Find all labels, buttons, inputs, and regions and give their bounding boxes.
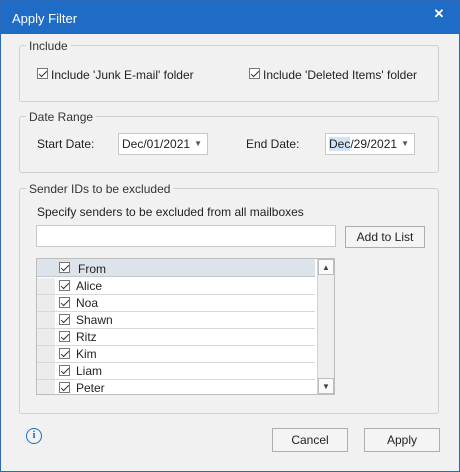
row-checkbox[interactable] <box>59 280 70 291</box>
row-checkbox[interactable] <box>59 297 70 308</box>
sender-list: From Alice Noa Shawn Ritz Kim Liam Peter ▲ ▼ <box>36 258 335 395</box>
junk-folder-checkbox[interactable] <box>37 68 48 79</box>
row-selector[interactable] <box>37 295 55 311</box>
sender-hint-text: Specify senders to be excluded from all … <box>37 205 304 219</box>
deleted-items-checkbox[interactable] <box>249 68 260 79</box>
sender-name: Shawn <box>76 313 113 327</box>
list-item[interactable]: Alice <box>37 278 315 295</box>
scroll-down-icon[interactable]: ▼ <box>318 378 334 394</box>
title-bar: Apply Filter ✕ <box>1 1 459 34</box>
include-group-label: Include <box>26 39 71 53</box>
row-checkbox[interactable] <box>59 348 70 359</box>
close-icon[interactable]: ✕ <box>427 5 451 25</box>
scroll-up-icon[interactable]: ▲ <box>318 259 334 275</box>
row-selector[interactable] <box>37 346 55 362</box>
end-date-rest: /29/2021 <box>350 137 398 151</box>
list-item[interactable]: Peter <box>37 380 315 395</box>
sender-name: Liam <box>76 364 103 378</box>
row-checkbox[interactable] <box>59 365 70 376</box>
apply-filter-dialog: Apply Filter ✕ Include Include 'Junk E-m… <box>0 0 460 472</box>
apply-button[interactable]: Apply <box>364 428 440 452</box>
select-all-checkbox[interactable] <box>59 262 70 273</box>
row-selector[interactable] <box>37 312 55 328</box>
info-icon[interactable]: i <box>26 428 42 444</box>
row-checkbox[interactable] <box>59 382 70 393</box>
end-date-picker[interactable]: Dec/29/2021 ▼ <box>325 133 415 155</box>
date-range-group-label: Date Range <box>26 110 97 124</box>
deleted-items-label: Include 'Deleted Items' folder <box>263 68 417 82</box>
row-selector[interactable] <box>37 329 55 345</box>
list-item[interactable]: Kim <box>37 346 315 363</box>
list-header-from: From <box>78 262 106 276</box>
start-date-label: Start Date: <box>37 137 95 151</box>
end-date-label: End Date: <box>246 137 300 151</box>
sender-ids-group-label: Sender IDs to be excluded <box>26 182 174 196</box>
chevron-down-icon: ▼ <box>401 139 409 148</box>
sender-name: Alice <box>76 279 103 293</box>
list-scrollbar[interactable]: ▲ ▼ <box>317 259 334 394</box>
row-checkbox[interactable] <box>59 314 70 325</box>
junk-folder-label: Include 'Junk E-mail' folder <box>51 68 194 82</box>
list-header: From <box>37 259 315 277</box>
sender-name: Ritz <box>76 330 97 344</box>
list-item[interactable]: Noa <box>37 295 315 312</box>
row-selector[interactable] <box>37 278 55 294</box>
list-item[interactable]: Shawn <box>37 312 315 329</box>
start-date-picker[interactable]: Dec/01/2021 ▼ <box>118 133 208 155</box>
sender-name: Peter <box>76 381 105 395</box>
end-date-month-selected: Dec <box>329 137 351 151</box>
list-item[interactable]: Ritz <box>37 329 315 346</box>
add-to-list-button[interactable]: Add to List <box>345 226 425 248</box>
chevron-down-icon: ▼ <box>194 139 202 148</box>
cancel-button[interactable]: Cancel <box>272 428 348 452</box>
dialog-title: Apply Filter <box>12 11 78 26</box>
row-checkbox[interactable] <box>59 331 70 342</box>
row-selector[interactable] <box>37 380 55 394</box>
sender-input[interactable] <box>36 225 336 247</box>
sender-name: Kim <box>76 347 97 361</box>
row-selector[interactable] <box>37 363 55 379</box>
start-date-value: Dec/01/2021 <box>122 137 191 151</box>
list-item[interactable]: Liam <box>37 363 315 380</box>
sender-name: Noa <box>76 296 99 310</box>
